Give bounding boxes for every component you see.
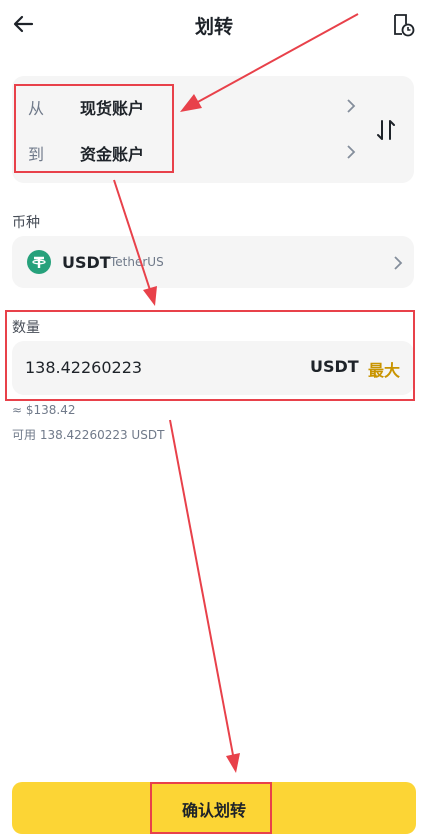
available-balance: 可用 138.42260223 USDT <box>12 428 165 442</box>
coin-symbol: USDT <box>62 253 111 272</box>
tether-icon <box>27 250 51 274</box>
transfer-history-icon <box>394 14 415 37</box>
highlight-box-confirm <box>150 782 272 834</box>
arrow-to-confirm <box>169 419 240 773</box>
fiat-estimate: ≈ $138.42 <box>12 403 76 417</box>
transfer-history-button[interactable] <box>392 12 416 38</box>
highlight-box-amount <box>5 310 415 401</box>
chevron-right-icon <box>394 256 403 270</box>
page-title: 划转 <box>194 16 233 38</box>
coin-name: TetherUS <box>110 255 164 269</box>
highlight-box-accounts <box>14 84 174 173</box>
swap-direction-button[interactable] <box>373 117 399 143</box>
coin-label: 币种 <box>12 215 40 231</box>
swap-vertical-icon <box>377 120 395 140</box>
chevron-right-icon <box>347 145 356 159</box>
chevron-right-icon <box>347 99 356 113</box>
